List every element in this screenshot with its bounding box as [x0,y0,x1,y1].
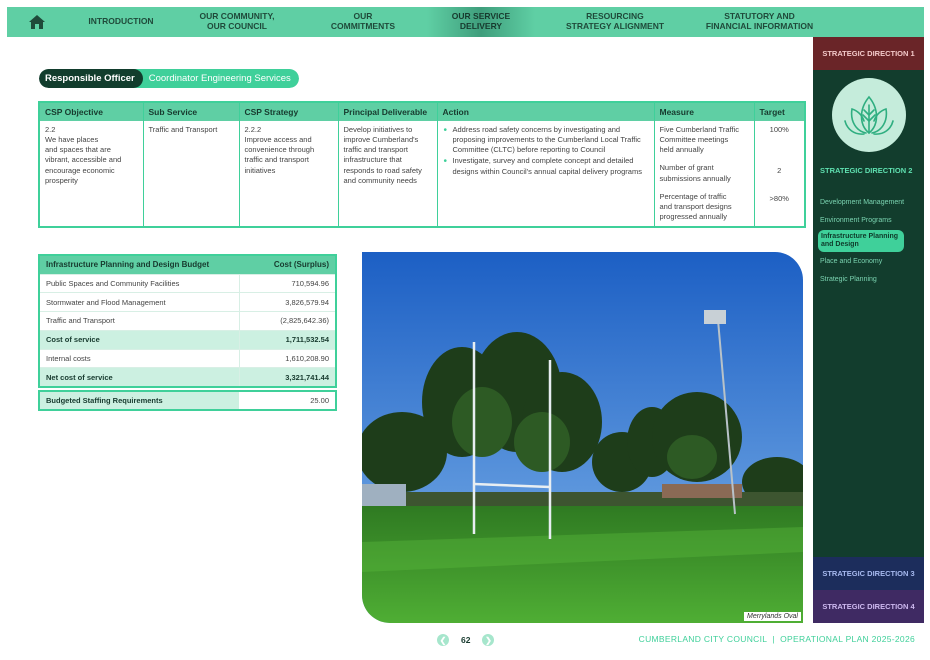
home-button[interactable] [7,7,67,37]
col-header-sub-service: Sub Service [143,102,240,121]
budget-row-label: Public Spaces and Community Facilities [39,273,240,293]
col-header-csp-strategy: CSP Strategy [239,102,339,121]
chevron-left-icon: ❮ [439,635,447,645]
officer-label: Responsible Officer [39,69,143,88]
cell-csp-objective: 2.2 We have places and spaces that are v… [39,121,144,227]
budget-row-label: Traffic and Transport [39,311,240,331]
csp-table: CSP Objective Sub Service CSP Strategy P… [38,101,806,228]
sidebar-item-infrastructure-planning[interactable]: Infrastructure Planning and Design [818,230,904,252]
table-row: Internal costs 1,610,208.90 [39,348,336,368]
budget-row-label: Internal costs [39,348,240,368]
lotus-leaf-icon [831,78,906,152]
budget-header-label: Infrastructure Planning and Design Budge… [39,255,240,274]
sidebar-item-place-economy[interactable]: Place and Economy [820,252,924,271]
col-header-action: Action [437,102,655,121]
staffing-label: Budgeted Staffing Requirements [40,392,239,409]
sports-field-illustration [362,252,803,623]
cell-sub-service: Traffic and Transport [143,121,240,227]
measure-item-2: Number of grant submissions annually [659,163,731,183]
budget-table: Infrastructure Planning and Design Budge… [38,254,337,388]
strategic-direction-2-title: STRATEGIC DIRECTION 2 [820,166,913,175]
previous-page-button[interactable]: ❮ [437,634,449,646]
strategic-direction-3-tab[interactable]: STRATEGIC DIRECTION 3 [813,557,924,590]
col-header-csp-objective: CSP Objective [39,102,144,121]
nav-our-commitments[interactable]: OUR COMMITMENTS [299,7,427,37]
top-navigation: INTRODUCTION OUR COMMUNITY, OUR COUNCIL … [7,7,924,37]
budget-row-value: 3,826,579.94 [238,292,336,312]
table-row: Traffic and Transport (2,825,642.36) [39,311,336,331]
staffing-requirements: Budgeted Staffing Requirements 25.00 [38,390,337,411]
col-header-target: Target [754,102,806,121]
nav-resourcing-strategy[interactable]: RESOURCING STRATEGY ALIGNMENT [535,7,695,37]
chevron-right-icon: ❯ [485,635,492,645]
cell-measure: Five Cumberland Traffic Committee meetin… [654,121,755,227]
budget-row-label: Stormwater and Flood Management [39,292,240,312]
table-row-total: Cost of service 1,711,532.54 [39,329,336,350]
budget-row-value: 1,610,208.90 [238,348,336,368]
target-item-1: 100% [769,125,789,134]
page-number: 62 [461,635,471,645]
strategic-direction-4-tab[interactable]: STRATEGIC DIRECTION 4 [813,590,924,623]
budget-row-value: 1,711,532.54 [238,329,336,350]
cell-action: Address road safety concerns by investig… [437,121,655,227]
next-page-button[interactable]: ❯ [482,634,495,646]
responsible-officer-pill: Responsible Officer Coordinator Engineer… [39,69,299,88]
budget-row-label: Cost of service [39,329,240,350]
action-list: Address road safety concerns by investig… [443,124,649,177]
table-row: 2.2 We have places and spaces that are v… [39,121,806,227]
budget-row-label: Net cost of service [39,367,240,387]
budget-row-value: (2,825,642.36) [238,311,336,331]
measure-item-3: Percentage of traffic and transport desi… [659,191,732,221]
nav-our-service-delivery[interactable]: OUR SERVICE DELIVERY [427,7,535,37]
target-item-2: 2 [777,166,782,175]
budget-row-value: 3,321,741.44 [238,367,336,387]
oval-photo: Merrylands Oval [362,252,803,623]
pagination: ❮ 62 ❯ [437,634,495,646]
staffing-value: 25.00 [310,396,329,405]
target-item-3: >80% [769,194,789,203]
col-header-measure: Measure [654,102,755,121]
table-row-total: Net cost of service 3,321,741.44 [39,367,336,387]
csp-table-header: CSP Objective Sub Service CSP Strategy P… [39,102,806,121]
photo-caption: Merrylands Oval [744,612,801,621]
strategic-direction-2-panel: STRATEGIC DIRECTION 2 Development Manage… [813,70,924,557]
table-row: Stormwater and Flood Management 3,826,57… [39,292,336,312]
cell-principal-deliverable: Develop initiatives to improve Cumberlan… [338,121,438,227]
col-header-principal-deliverable: Principal Deliverable [338,102,438,121]
home-icon [29,15,45,29]
action-item-1: Address road safety concerns by investig… [443,124,649,155]
budget-table-header: Infrastructure Planning and Design Budge… [39,255,336,274]
nav-statutory-financial[interactable]: STATUTORY AND FINANCIAL INFORMATION [695,7,824,37]
footer-title: CUMBERLAND CITY COUNCIL | OPERATIONAL PL… [638,634,915,644]
table-row: Public Spaces and Community Facilities 7… [39,273,336,293]
nav-our-community[interactable]: OUR COMMUNITY, OUR COUNCIL [175,7,299,37]
cell-target: 100% 2 >80% [754,121,806,227]
nav-introduction[interactable]: INTRODUCTION [67,7,175,37]
strategic-direction-1-tab[interactable]: STRATEGIC DIRECTION 1 [813,37,924,70]
budget-header-value: Cost (Surplus) [239,255,336,274]
action-item-2: Investigate, survey and complete concept… [443,155,649,176]
officer-value: Coordinator Engineering Services [130,69,299,88]
cell-csp-strategy: 2.2.2 Improve access and convenience thr… [239,121,339,227]
sidebar-item-strategic-planning[interactable]: Strategic Planning [820,271,924,290]
sidebar-item-development-management[interactable]: Development Management [820,193,924,212]
strategic-direction-sidebar: STRATEGIC DIRECTION 1 STRATEGIC DIRECTIO… [813,37,924,623]
measure-item-1: Five Cumberland Traffic Committee meetin… [659,125,739,155]
sidebar-item-environment-programs[interactable]: Environment Programs [820,212,924,231]
budget-row-value: 710,594.96 [238,273,336,293]
service-list: Development Management Environment Progr… [813,193,924,289]
